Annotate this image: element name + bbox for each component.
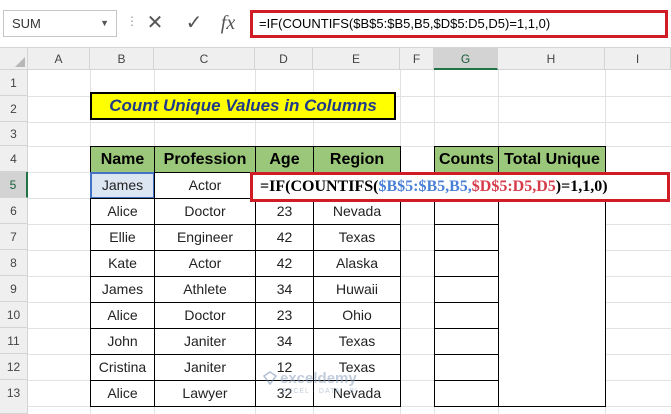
table-cell[interactable]: Nevada <box>313 198 401 225</box>
header-total-unique[interactable]: Total Unique <box>498 146 606 173</box>
row-header-8[interactable]: 8 <box>0 250 28 276</box>
column-header-c[interactable]: C <box>154 48 255 70</box>
formula-range-ref: $D$5:D5 <box>471 178 533 195</box>
select-all-corner[interactable] <box>0 48 28 70</box>
column-header-f[interactable]: F <box>400 48 434 70</box>
counts-cell[interactable] <box>434 276 499 303</box>
chevron-down-icon[interactable]: ▼ <box>100 18 109 28</box>
row-header-11[interactable]: 11 <box>0 328 28 354</box>
watermark: exceldemy <box>280 370 357 387</box>
header-name[interactable]: Name <box>90 146 155 173</box>
table-cell[interactable]: Athlete <box>154 276 256 303</box>
row-header-13[interactable]: 13 <box>0 380 28 414</box>
counts-cell[interactable] <box>434 354 499 381</box>
counts-cell[interactable] <box>434 250 499 277</box>
column-header-a[interactable]: A <box>28 48 90 70</box>
row-header-2[interactable]: 2 <box>0 96 28 122</box>
row-header-1[interactable]: 1 <box>0 70 28 96</box>
table-cell[interactable]: Lawyer <box>154 380 256 407</box>
header-age[interactable]: Age <box>255 146 314 173</box>
row-header-12[interactable]: 12 <box>0 354 28 380</box>
column-header-g[interactable]: G <box>434 48 498 70</box>
formula-bar-area: SUM ▼ ⋮ ✕ ✓ fx =IF(COUNTIFS($B$5:$B5,B5,… <box>0 0 671 48</box>
table-cell[interactable]: Huwaii <box>313 276 401 303</box>
table-cell[interactable]: Texas <box>313 328 401 355</box>
exceldemy-logo-icon <box>263 371 277 385</box>
row-header-9[interactable]: 9 <box>0 276 28 302</box>
table-cell[interactable]: 23 <box>255 198 314 225</box>
formula-part: ,D5 <box>532 178 556 195</box>
row-header-10[interactable]: 10 <box>0 302 28 328</box>
watermark-sub: EXCEL · DATA · BI <box>282 388 358 395</box>
header-region[interactable]: Region <box>313 146 401 173</box>
counts-cell[interactable] <box>434 328 499 355</box>
table-cell[interactable]: Alaska <box>313 250 401 277</box>
row-header-6[interactable]: 6 <box>0 198 28 224</box>
formula-range-ref: $B$5:$B5 <box>378 178 446 195</box>
table-cell[interactable]: John <box>90 328 155 355</box>
table-cell[interactable]: Texas <box>313 224 401 251</box>
table-cell[interactable]: Ellie <box>90 224 155 251</box>
select-all-icon <box>15 57 25 67</box>
table-cell[interactable]: Engineer <box>154 224 256 251</box>
table-cell[interactable]: Kate <box>90 250 155 277</box>
column-header-d[interactable]: D <box>255 48 313 70</box>
table-cell[interactable]: Alice <box>90 302 155 329</box>
table-cell[interactable]: 23 <box>255 302 314 329</box>
table-cell[interactable]: Doctor <box>154 198 256 225</box>
column-header-i[interactable]: I <box>605 48 671 70</box>
table-cell[interactable]: Alice <box>90 198 155 225</box>
row-header-3[interactable]: 3 <box>0 122 28 146</box>
row-header-5[interactable]: 5 <box>0 172 28 198</box>
formula-part: ,B5, <box>445 178 472 195</box>
counts-cell[interactable] <box>434 380 499 407</box>
gridline <box>28 122 671 123</box>
table-cell[interactable]: 34 <box>255 328 314 355</box>
table-cell[interactable]: Ohio <box>313 302 401 329</box>
header-counts[interactable]: Counts <box>434 146 499 173</box>
column-header-e[interactable]: E <box>313 48 400 70</box>
formula-input[interactable]: =IF(COUNTIFS($B$5:$B5,B5,$D$5:D5,D5)=1,1… <box>250 10 668 38</box>
sheet-title[interactable]: Count Unique Values in Columns <box>90 92 396 120</box>
table-cell[interactable]: Actor <box>154 172 256 199</box>
counts-cell[interactable] <box>434 302 499 329</box>
insert-function-icon[interactable]: fx <box>214 10 242 37</box>
counts-cell[interactable] <box>434 198 499 225</box>
counts-cell[interactable] <box>434 224 499 251</box>
column-header-b[interactable]: B <box>90 48 154 70</box>
name-box[interactable]: SUM ▼ <box>3 10 117 37</box>
header-profession[interactable]: Profession <box>154 146 256 173</box>
table-cell[interactable]: Doctor <box>154 302 256 329</box>
table-cell[interactable]: 34 <box>255 276 314 303</box>
total-unique-cell[interactable] <box>498 172 606 407</box>
table-cell[interactable]: Actor <box>154 250 256 277</box>
name-box-value: SUM <box>12 16 41 31</box>
column-header-h[interactable]: H <box>498 48 605 70</box>
cancel-icon[interactable]: ✕ <box>141 10 169 37</box>
formula-part: =IF(COUNTIFS( <box>260 178 379 195</box>
table-cell[interactable]: Cristina <box>90 354 155 381</box>
cell-formula-editor[interactable]: =IF(COUNTIFS($B$5:$B5,B5,$D$5:D5,D5)=1,1… <box>250 172 670 202</box>
table-cell[interactable]: 42 <box>255 224 314 251</box>
formula-part: )=1,1,0) <box>555 178 608 195</box>
table-cell[interactable]: James <box>90 172 155 199</box>
table-cell[interactable]: James <box>90 276 155 303</box>
more-icon: ⋮ <box>126 14 139 28</box>
table-cell[interactable]: Janiter <box>154 328 256 355</box>
table-cell[interactable]: Alice <box>90 380 155 407</box>
table-cell[interactable]: Janiter <box>154 354 256 381</box>
row-header-7[interactable]: 7 <box>0 224 28 250</box>
table-cell[interactable]: 42 <box>255 250 314 277</box>
enter-icon[interactable]: ✓ <box>180 10 208 37</box>
row-header-4[interactable]: 4 <box>0 146 28 172</box>
